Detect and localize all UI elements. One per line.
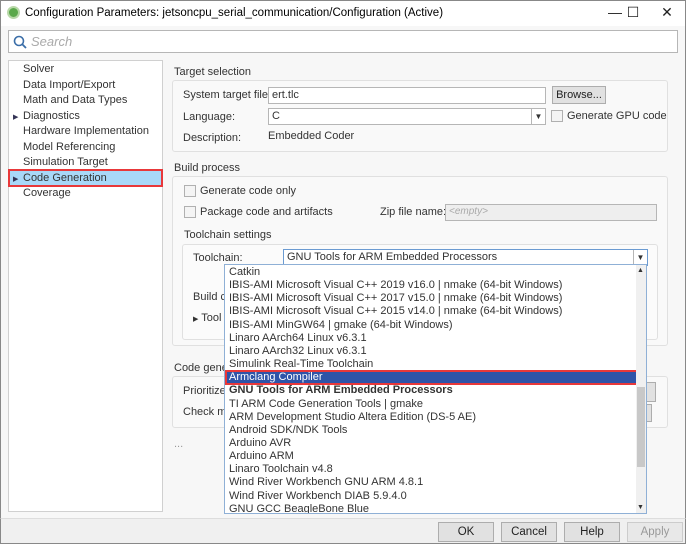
- scrollbar-thumb[interactable]: [637, 387, 645, 467]
- toolchain-label: Toolchain:: [193, 252, 243, 264]
- dropdown-option[interactable]: IBIS-AMI MinGW64 | gmake (64-bit Windows…: [229, 319, 453, 332]
- nav-item-simulation-target[interactable]: Simulation Target: [23, 156, 108, 171]
- dropdown-option-highlighted[interactable]: Armclang Compiler: [225, 370, 638, 386]
- option-label: Armclang Compiler: [229, 371, 323, 384]
- dropdown-option[interactable]: Android SDK/NDK Tools: [229, 424, 347, 437]
- zip-file-name-label: Zip file name:: [380, 206, 447, 218]
- dropdown-option[interactable]: IBIS-AMI Microsoft Visual C++ 2019 v16.0…: [229, 279, 562, 292]
- system-target-file-input[interactable]: ert.tlc: [268, 87, 546, 104]
- language-value: C: [272, 110, 280, 122]
- description-label: Description:: [183, 132, 242, 144]
- dropdown-option[interactable]: ARM Development Studio Altera Edition (D…: [229, 411, 476, 424]
- generate-code-only-checkbox[interactable]: [184, 185, 196, 197]
- maximize-button[interactable]: ☐: [623, 4, 643, 22]
- dropdown-option[interactable]: IBIS-AMI Microsoft Visual C++ 2017 v15.0…: [229, 292, 562, 305]
- dropdown-option[interactable]: IBIS-AMI Microsoft Visual C++ 2015 v14.0…: [229, 305, 562, 318]
- dropdown-option[interactable]: Catkin: [229, 266, 260, 279]
- check-model-label: Check m: [183, 406, 227, 418]
- system-target-file-label: System target file:: [183, 89, 272, 101]
- language-select[interactable]: C ▼: [268, 108, 546, 125]
- language-label: Language:: [183, 111, 235, 123]
- toolchain-value: GNU Tools for ARM Embedded Processors: [287, 251, 498, 263]
- ok-button[interactable]: OK: [438, 522, 494, 542]
- nav-item-model-referencing[interactable]: Model Referencing: [23, 141, 115, 156]
- nav-item-label: Diagnostics: [23, 109, 80, 122]
- nav-item-code-generation[interactable]: ▶ Code Generation: [13, 171, 107, 187]
- dropdown-option[interactable]: TI ARM Code Generation Tools | gmake: [229, 398, 423, 411]
- toolchain-settings-heading: Toolchain settings: [184, 229, 272, 241]
- build-process-heading: Build process: [174, 162, 241, 174]
- chevron-down-icon: ▼: [531, 109, 545, 124]
- cancel-button[interactable]: Cancel: [501, 522, 557, 542]
- dropdown-option[interactable]: Simulink Real-Time Toolchain: [229, 358, 373, 371]
- nav-item-diagnostics[interactable]: ▶ Diagnostics: [13, 109, 80, 125]
- dropdown-option[interactable]: Wind River Workbench DIAB 5.9.4.0: [229, 490, 407, 503]
- nav-item-label: Hardware Implementation: [23, 125, 149, 137]
- scroll-down-icon[interactable]: ▼: [637, 504, 644, 511]
- package-code-checkbox[interactable]: [184, 206, 196, 218]
- nav-item-label: Coverage: [23, 187, 71, 199]
- more-ellipsis[interactable]: ...: [174, 438, 183, 450]
- dropdown-option[interactable]: Arduino AVR: [229, 437, 291, 450]
- nav-item-label: Math and Data Types: [23, 94, 128, 106]
- chevron-down-icon: ▼: [633, 250, 647, 265]
- nav-item-coverage[interactable]: Coverage: [23, 187, 71, 202]
- nav-item-data-import-export[interactable]: Data Import/Export: [23, 79, 115, 94]
- dropdown-option[interactable]: Arduino ARM: [229, 450, 294, 463]
- target-selection-heading: Target selection: [174, 66, 252, 78]
- minimize-button[interactable]: —: [605, 4, 625, 22]
- dropdown-option[interactable]: Wind River Workbench GNU ARM 4.8.1: [229, 476, 423, 489]
- code-generation-objectives-heading: Code gene: [174, 362, 228, 374]
- nav-item-hardware-implementation[interactable]: Hardware Implementation: [23, 125, 149, 140]
- matlab-app-icon: [7, 6, 20, 19]
- dropdown-option[interactable]: Linaro AArch32 Linux v6.3.1: [229, 345, 367, 358]
- nav-item-solver[interactable]: Solver: [23, 63, 54, 78]
- nav-item-label: Model Referencing: [23, 140, 116, 153]
- help-button[interactable]: Help: [564, 522, 620, 542]
- expand-arrow-icon[interactable]: ▶: [13, 175, 18, 183]
- search-icon: [13, 35, 27, 49]
- dropdown-option[interactable]: GNU Tools for ARM Embedded Processors: [229, 384, 453, 397]
- zip-file-name-input[interactable]: <empty>: [445, 204, 657, 221]
- dropdown-option[interactable]: Linaro Toolchain v4.8: [229, 463, 333, 476]
- window-title: Configuration Parameters: jetsoncpu_seri…: [25, 7, 444, 19]
- generate-code-only-label: Generate code only: [200, 185, 297, 197]
- nav-item-label: Code Generation: [23, 171, 107, 184]
- nav-item-label: Data Import/Export: [23, 78, 116, 91]
- description-value: Embedded Coder: [268, 130, 355, 142]
- close-button[interactable]: ✕: [657, 4, 677, 22]
- browse-button[interactable]: Browse...: [552, 86, 606, 104]
- set-objectives-button[interactable]: [646, 382, 656, 402]
- scroll-up-icon[interactable]: ▲: [637, 267, 644, 274]
- nav-item-label: Solver: [23, 63, 55, 75]
- prioritized-objectives-label: Prioritize: [183, 385, 226, 397]
- dropdown-option[interactable]: GNU GCC BeagleBone Blue: [229, 503, 369, 513]
- generate-gpu-code-checkbox[interactable]: [551, 110, 563, 122]
- dropdown-option[interactable]: Linaro AArch64 Linux v6.3.1: [229, 332, 367, 345]
- search-input[interactable]: Search: [8, 30, 678, 53]
- apply-button[interactable]: Apply: [627, 522, 683, 542]
- build-configuration-label: Build c: [193, 291, 227, 303]
- dropdown-scrollbar[interactable]: ▲ ▼: [636, 265, 646, 513]
- nav-item-math-and-data-types[interactable]: Math and Data Types: [23, 94, 127, 109]
- toolchain-details-toggle[interactable]: ▶ Tool: [193, 312, 221, 324]
- toolchain-dropdown-list[interactable]: Catkin IBIS-AMI Microsoft Visual C++ 2019…: [224, 264, 647, 514]
- search-placeholder: Search: [31, 34, 73, 49]
- title-bar: Configuration Parameters: jetsoncpu_seri…: [0, 0, 686, 26]
- expand-arrow-icon[interactable]: ▶: [13, 113, 18, 121]
- generate-gpu-code-label: Generate GPU code: [567, 110, 667, 122]
- nav-item-label: Simulation Target: [23, 156, 108, 168]
- package-code-label: Package code and artifacts: [200, 206, 333, 218]
